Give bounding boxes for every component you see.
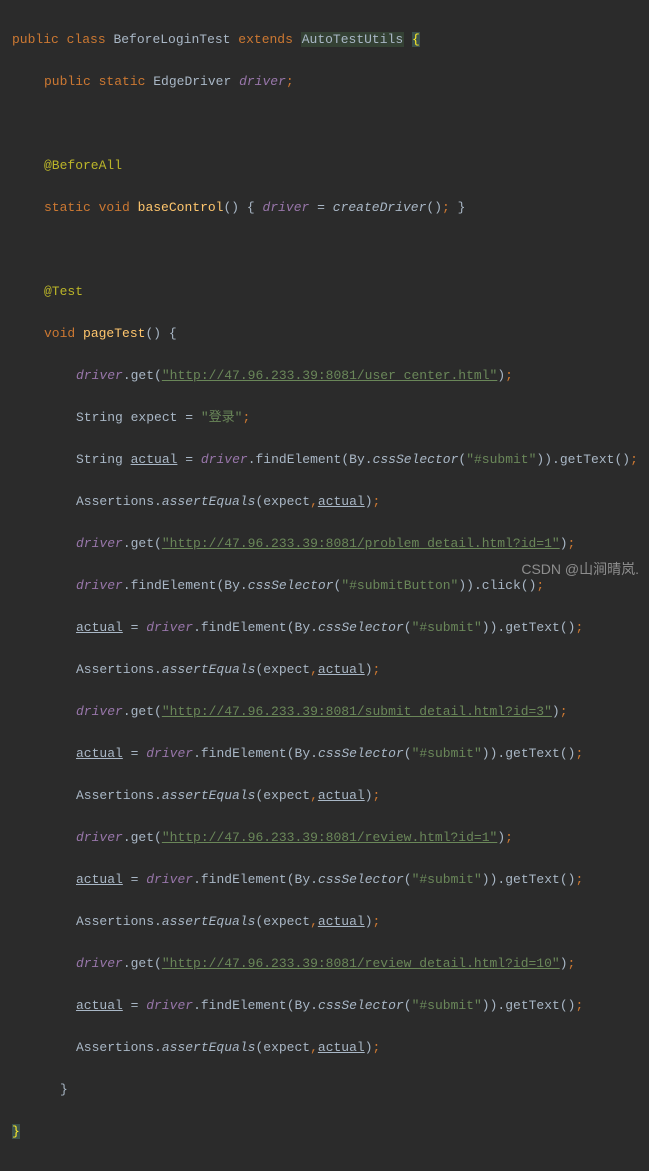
- code-line: @Test: [8, 281, 649, 302]
- code-line: public class BeforeLoginTest extends Aut…: [8, 29, 649, 50]
- code-line: public static EdgeDriver driver;: [8, 71, 649, 92]
- code-line: driver.get("http://47.96.233.39:8081/use…: [8, 365, 649, 386]
- code-line: String expect = "登录";: [8, 407, 649, 428]
- url-string: "http://47.96.233.39:8081/user_center.ht…: [162, 368, 497, 383]
- keyword-public: public: [12, 32, 59, 47]
- code-line: @BeforeAll: [8, 155, 649, 176]
- code-line: Assertions.assertEquals(expect,actual);: [8, 911, 649, 932]
- keyword-extends: extends: [238, 32, 293, 47]
- class-name: BeforeLoginTest: [113, 32, 230, 47]
- code-line: driver.get("http://47.96.233.39:8081/rev…: [8, 953, 649, 974]
- code-line: }: [8, 1079, 649, 1100]
- code-line: driver.get("http://47.96.233.39:8081/rev…: [8, 827, 649, 848]
- watermark-text: CSDN @山涧晴岚.: [521, 559, 639, 580]
- code-line: actual = driver.findElement(By.cssSelect…: [8, 869, 649, 890]
- blank-line: [8, 239, 649, 260]
- brace-close: }: [12, 1124, 20, 1139]
- annotation-test: @Test: [44, 284, 83, 299]
- code-line: Assertions.assertEquals(expect,actual);: [8, 659, 649, 680]
- extends-class: AutoTestUtils: [301, 32, 404, 47]
- method-basecontrol: baseControl: [138, 200, 224, 215]
- code-editor[interactable]: public class BeforeLoginTest extends Aut…: [0, 0, 649, 1171]
- code-line: Assertions.assertEquals(expect,actual);: [8, 785, 649, 806]
- method-pagetest: pageTest: [83, 326, 145, 341]
- blank-line: [8, 113, 649, 134]
- code-line: driver.get("http://47.96.233.39:8081/pro…: [8, 533, 649, 554]
- code-line: actual = driver.findElement(By.cssSelect…: [8, 617, 649, 638]
- code-line: Assertions.assertEquals(expect,actual);: [8, 1037, 649, 1058]
- code-line: actual = driver.findElement(By.cssSelect…: [8, 743, 649, 764]
- brace-open: {: [412, 32, 420, 47]
- code-line: Assertions.assertEquals(expect,actual);: [8, 491, 649, 512]
- keyword-class: class: [67, 32, 106, 47]
- code-line: actual = driver.findElement(By.cssSelect…: [8, 995, 649, 1016]
- code-line: String actual = driver.findElement(By.cs…: [8, 449, 649, 470]
- code-line: }: [8, 1121, 649, 1142]
- code-line: void pageTest() {: [8, 323, 649, 344]
- code-line: static void baseControl() { driver = cre…: [8, 197, 649, 218]
- field-driver: driver: [239, 74, 286, 89]
- annotation-beforeall: @BeforeAll: [44, 158, 122, 173]
- code-line: driver.get("http://47.96.233.39:8081/sub…: [8, 701, 649, 722]
